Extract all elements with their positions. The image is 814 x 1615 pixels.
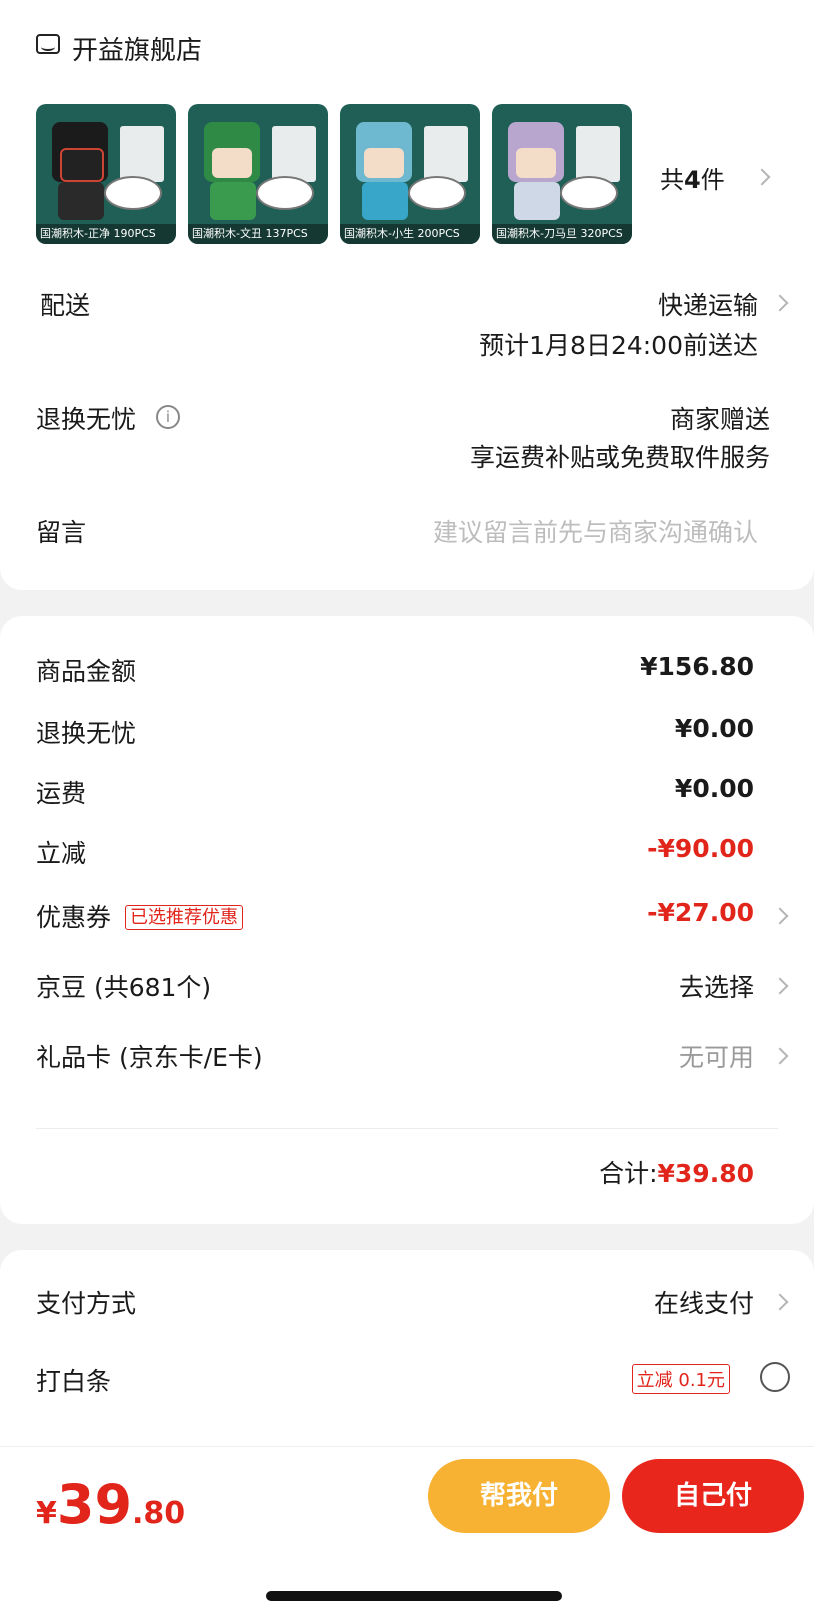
self-pay-button[interactable]: 自己付 [622,1459,804,1533]
gift-card-label: 礼品卡 (京东卡/E卡) [36,1043,263,1072]
delivery-label: 配送 [40,291,91,320]
return-service-value: 商家赠送 [669,405,770,434]
total-value: ¥39.80 [657,1159,754,1188]
instant-discount-value: -¥90.00 [647,834,754,863]
bottom-total-price: ¥39.80 [36,1473,186,1536]
info-icon[interactable]: i [156,405,180,429]
payment-method-value[interactable]: 在线支付 [654,1284,754,1320]
chevron-right-icon [771,1293,789,1311]
coupon-label: 优惠券 [36,903,112,932]
shipping-label: 运费 [36,779,87,808]
home-indicator [266,1591,562,1601]
payment-card: 支付方式 在线支付 打白条 立减 0.1元 [0,1250,814,1450]
product-caption: 国潮积木-文丑 137PCS [188,224,328,244]
chevron-right-icon [771,907,789,925]
jd-beans-select[interactable]: 去选择 [679,968,754,1004]
baitiao-label: 打白条 [36,1367,112,1396]
goods-amount-label: 商品金额 [36,657,137,686]
product-thumbnail[interactable]: 国潮积木-正净 190PCS [36,104,176,244]
return-fee-label: 退换无忧 [36,719,137,748]
delivery-eta: 预计1月8日24:00前送达 [479,331,758,360]
coupon-value[interactable]: -¥27.00 [647,898,754,927]
shipping-value: ¥0.00 [674,774,754,803]
help-pay-button[interactable]: 帮我付 [428,1459,610,1533]
message-input[interactable]: 建议留言前先与商家沟通确认 [433,513,758,549]
return-service-desc: 享运费补贴或免费取件服务 [469,443,770,472]
delivery-method[interactable]: 快递运输 [658,286,758,322]
instant-discount-label: 立减 [36,839,87,868]
coupon-badge: 已选推荐优惠 [124,905,243,930]
price-detail-card: 商品金额 ¥156.80 退换无忧 ¥0.00 运费 ¥0.00 立减 -¥90… [0,616,814,1224]
product-thumbnail[interactable]: 国潮积木-文丑 137PCS [188,104,328,244]
product-caption: 国潮积木-刀马旦 320PCS [492,224,632,244]
product-count[interactable]: 共4件 [660,160,725,195]
gift-card-value[interactable]: 无可用 [679,1038,754,1074]
total-row: 合计:¥39.80 [599,1154,754,1190]
message-label: 留言 [36,518,87,547]
goods-amount-value: ¥156.80 [640,652,754,681]
divider [36,1128,778,1129]
product-caption: 国潮积木-小生 200PCS [340,224,480,244]
chevron-right-icon [771,977,789,995]
chevron-right-icon [771,1047,789,1065]
total-label: 合计: [599,1159,658,1188]
chevron-right-icon [771,294,789,312]
coupon-row[interactable]: 优惠券 已选推荐优惠 [36,898,243,934]
store-name[interactable]: 开益旗舰店 [72,30,202,67]
return-service-label: 退换无忧 [36,405,137,434]
jd-beans-label: 京豆 (共681个) [36,973,212,1002]
bottom-pay-bar: ¥39.80 帮我付 自己付 [0,1446,814,1615]
payment-method-label: 支付方式 [36,1289,137,1318]
product-thumbnail[interactable]: 国潮积木-小生 200PCS [340,104,480,244]
return-fee-value: ¥0.00 [674,714,754,743]
baitiao-badge: 立减 0.1元 [631,1364,730,1394]
order-info-card: 开益旗舰店 国潮积木-正净 190PCS 国潮积木-文丑 137PCS 国潮积木… [0,0,814,590]
baitiao-radio[interactable] [760,1362,790,1392]
product-caption: 国潮积木-正净 190PCS [36,224,176,244]
product-thumbnail[interactable]: 国潮积木-刀马旦 320PCS [492,104,632,244]
store-icon [36,34,60,54]
chevron-right-icon [753,168,771,186]
